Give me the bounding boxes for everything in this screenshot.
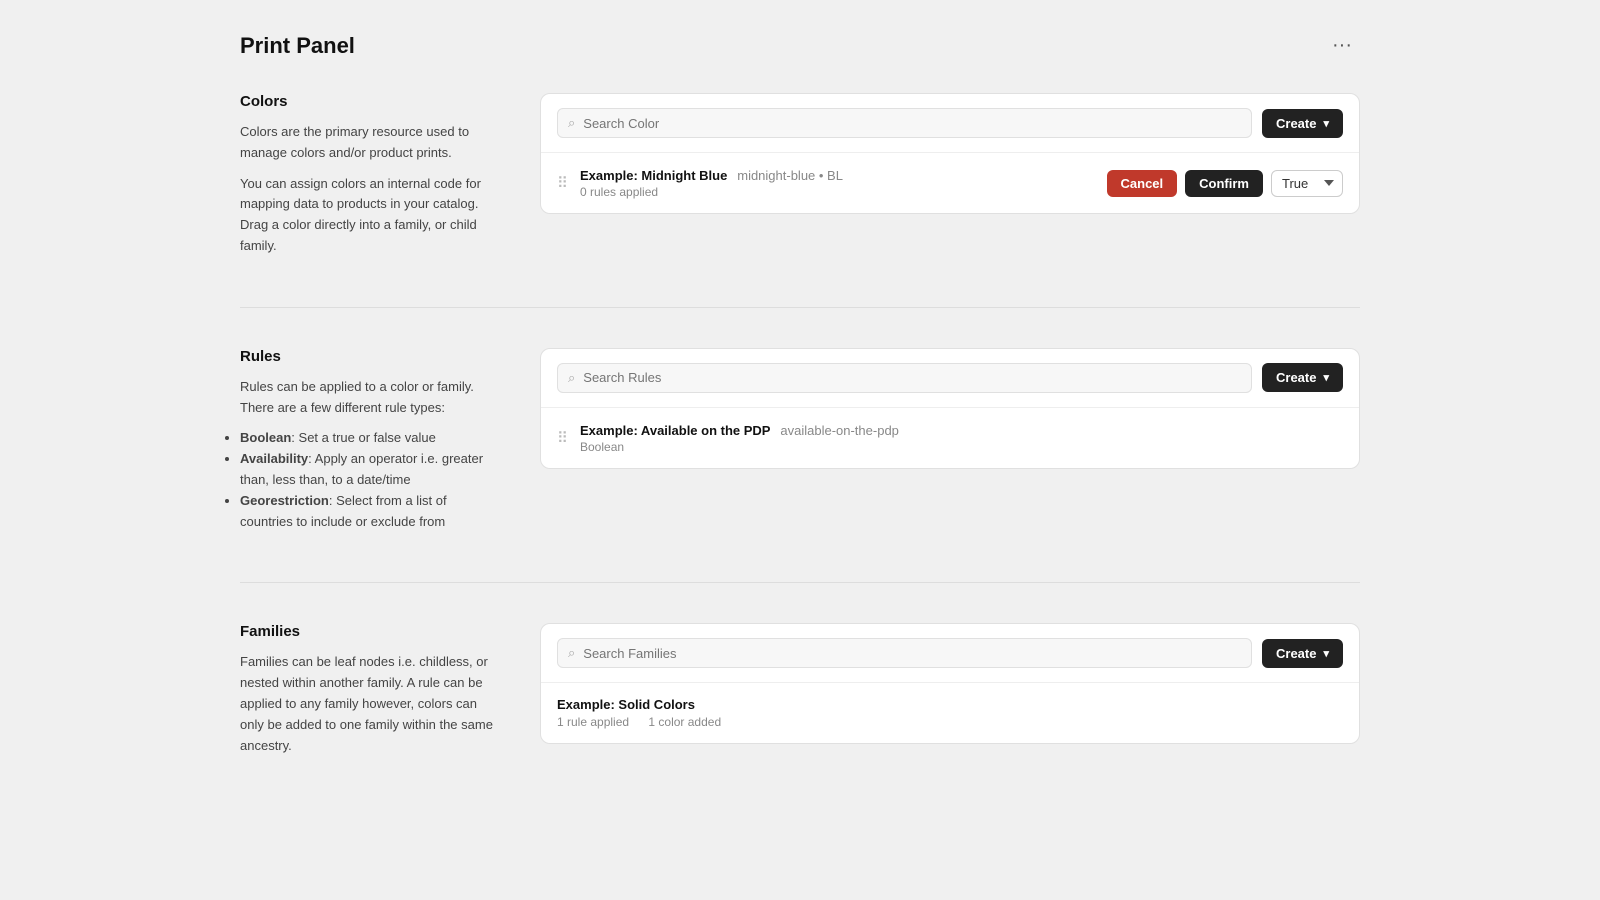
rules-heading: Rules — [240, 348, 500, 365]
color-item-name: Example: Midnight Blue — [580, 168, 727, 183]
families-search-icon: ⌕ — [568, 645, 575, 661]
rules-bullet-availability-key: Availability — [240, 451, 308, 466]
families-desc-1: Families can be leaf nodes i.e. childles… — [240, 652, 500, 756]
rules-bullet-availability: Availability: Apply an operator i.e. gre… — [240, 449, 500, 491]
colors-create-label: Create — [1276, 116, 1316, 131]
rules-search-box: ⌕ — [557, 363, 1252, 393]
rule-item-name: Example: Available on the PDP — [580, 423, 770, 438]
colors-toolbar: ⌕ Create ▾ — [541, 94, 1359, 153]
rules-search-icon: ⌕ — [568, 370, 575, 386]
rule-item-code: available-on-the-pdp — [780, 423, 899, 438]
colors-description: Colors Colors are the primary resource u… — [240, 93, 500, 267]
color-cancel-button[interactable]: Cancel — [1107, 170, 1178, 197]
families-create-button[interactable]: Create ▾ — [1262, 639, 1343, 668]
rules-bullet-geo-key: Georestriction — [240, 493, 329, 508]
families-section: Families Families can be leaf nodes i.e.… — [240, 623, 1360, 806]
rules-search-input[interactable] — [583, 370, 1241, 385]
drag-handle-icon[interactable]: ⠿ — [557, 174, 568, 192]
rules-panel-box: ⌕ Create ▾ ⠿ Example: Available on the P… — [540, 348, 1360, 469]
more-options-button[interactable]: ··· — [1324, 30, 1360, 61]
colors-rules-divider — [240, 307, 1360, 308]
rules-bullet-boolean-val: : Set a true or false value — [291, 430, 436, 445]
rules-bullet-boolean: Boolean: Set a true or false value — [240, 428, 500, 449]
colors-desc-1: Colors are the primary resource used to … — [240, 122, 500, 164]
families-toolbar: ⌕ Create ▾ — [541, 624, 1359, 683]
families-search-input[interactable] — [583, 646, 1241, 661]
family-item-meta: 1 rule applied 1 color added — [557, 715, 1343, 729]
family-item-colors: 1 color added — [648, 715, 721, 729]
rule-list-item: ⠿ Example: Available on the PDP availabl… — [541, 408, 1359, 468]
color-item-code: midnight-blue • BL — [737, 168, 843, 183]
rules-families-divider — [240, 582, 1360, 583]
rules-toolbar: ⌕ Create ▾ — [541, 349, 1359, 408]
families-description: Families Families can be leaf nodes i.e.… — [240, 623, 500, 766]
rules-create-chevron: ▾ — [1323, 371, 1329, 384]
page-title: Print Panel — [240, 33, 355, 59]
colors-create-chevron: ▾ — [1323, 117, 1329, 130]
rules-description: Rules Rules can be applied to a color or… — [240, 348, 500, 543]
rules-panel: ⌕ Create ▾ ⠿ Example: Available on the P… — [540, 348, 1360, 543]
rules-bullets: Boolean: Set a true or false value Avail… — [240, 428, 500, 532]
rules-create-label: Create — [1276, 370, 1316, 385]
rules-desc-1: Rules can be applied to a color or famil… — [240, 377, 500, 419]
families-panel: ⌕ Create ▾ Example: Solid Colors 1 rule … — [540, 623, 1360, 766]
rule-item-info: Example: Available on the PDP available-… — [580, 422, 1343, 454]
families-panel-box: ⌕ Create ▾ Example: Solid Colors 1 rule … — [540, 623, 1360, 744]
colors-list: ⠿ Example: Midnight Blue midnight-blue •… — [541, 153, 1359, 213]
rules-bullet-georestriction: Georestriction: Select from a list of co… — [240, 491, 500, 533]
rules-bullet-boolean-key: Boolean — [240, 430, 291, 445]
colors-search-box: ⌕ — [557, 108, 1252, 138]
families-create-chevron: ▾ — [1323, 647, 1329, 660]
families-search-box: ⌕ — [557, 638, 1252, 668]
colors-heading: Colors — [240, 93, 500, 110]
families-list: Example: Solid Colors 1 rule applied 1 c… — [541, 683, 1359, 743]
color-list-item: ⠿ Example: Midnight Blue midnight-blue •… — [541, 153, 1359, 213]
family-item-rules: 1 rule applied — [557, 715, 629, 729]
rule-drag-handle-icon[interactable]: ⠿ — [557, 429, 568, 447]
colors-panel: ⌕ Create ▾ ⠿ Example: Midnight Blue midn… — [540, 93, 1360, 267]
rules-list: ⠿ Example: Available on the PDP availabl… — [541, 408, 1359, 468]
color-item-sub: 0 rules applied — [580, 185, 1095, 199]
colors-section: Colors Colors are the primary resource u… — [240, 93, 1360, 307]
rules-create-button[interactable]: Create ▾ — [1262, 363, 1343, 392]
color-item-actions: Cancel Confirm True False — [1107, 170, 1343, 197]
rule-item-sub: Boolean — [580, 440, 1343, 454]
families-create-label: Create — [1276, 646, 1316, 661]
rules-section: Rules Rules can be applied to a color or… — [240, 348, 1360, 583]
colors-search-input[interactable] — [583, 116, 1241, 131]
colors-panel-box: ⌕ Create ▾ ⠿ Example: Midnight Blue midn… — [540, 93, 1360, 214]
color-item-info: Example: Midnight Blue midnight-blue • B… — [580, 167, 1095, 199]
more-icon: ··· — [1332, 34, 1352, 56]
color-true-select[interactable]: True False — [1271, 170, 1343, 197]
colors-search-icon: ⌕ — [568, 115, 575, 131]
family-list-item: Example: Solid Colors 1 rule applied 1 c… — [541, 683, 1359, 743]
families-heading: Families — [240, 623, 500, 640]
family-item-name: Example: Solid Colors — [557, 697, 1343, 712]
colors-create-button[interactable]: Create ▾ — [1262, 109, 1343, 138]
colors-desc-2: You can assign colors an internal code f… — [240, 174, 500, 257]
color-confirm-button[interactable]: Confirm — [1185, 170, 1263, 197]
